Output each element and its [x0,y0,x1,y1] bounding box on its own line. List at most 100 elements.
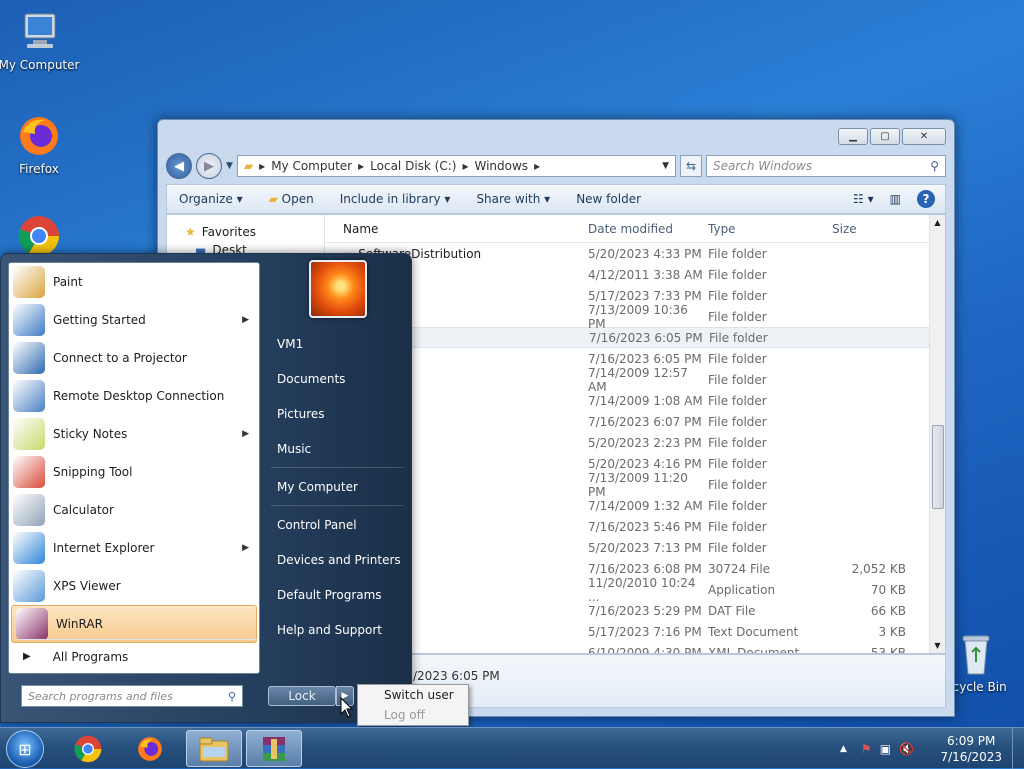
submenu-arrow-icon[interactable]: ▶ [242,315,249,325]
table-row[interactable]: 7/13/2009 10:36 PM File folder [325,303,945,331]
program-item[interactable]: Connect to a Projector [9,339,259,377]
details-date: /2023 6:05 PM [413,669,500,683]
cell-date: 7/16/2023 6:08 PM [588,561,702,576]
breadcrumb-item[interactable]: Local Disk (C:) [370,159,456,173]
view-options-icon[interactable]: ☷ ▾ [853,192,874,206]
table-row[interactable]: 4/12/2011 3:38 AM File folder [325,264,945,285]
cell-type: File folder [708,456,767,471]
switch-user-item[interactable]: Switch user [384,688,468,702]
submenu-arrow-icon[interactable]: ▶ [242,543,249,553]
all-programs-button[interactable]: ▶ All Programs [17,639,257,673]
program-item[interactable]: Snipping Tool [9,453,259,491]
cell-type: 30724 File [708,561,771,576]
program-icon [13,494,45,526]
submenu-arrow-icon[interactable]: ▶ [242,429,249,439]
forward-button[interactable]: ▶ [196,153,222,179]
start-link[interactable]: Control Panel [277,518,357,532]
taskbar-explorer[interactable] [186,730,242,767]
cell-date: 7/16/2023 5:29 PM [588,603,702,618]
program-item[interactable]: Remote Desktop Connection [9,377,259,415]
vertical-scrollbar[interactable]: ▲ ▼ [929,215,945,653]
show-desktop-button[interactable] [1012,728,1024,769]
program-item[interactable]: Getting Started ▶ [9,301,259,339]
cell-date: 7/16/2023 6:05 PM [588,351,702,366]
table-row[interactable]: 7/16/2023 6:05 PM File folder [325,327,945,348]
new-folder-button[interactable]: New folder [576,192,641,206]
start-link[interactable]: Music [277,442,311,456]
taskbar-firefox[interactable] [124,730,176,767]
program-item[interactable]: XPS Viewer [9,567,259,605]
table-row[interactable]: 7/14/2009 1:32 AM File folder [325,495,945,516]
programs-pane: Paint Getting Started ▶ Connect to a Projec… [8,262,260,674]
open-button[interactable]: ▰ Open [269,192,314,206]
action-center-flag-icon[interactable]: ⚑ [861,742,872,756]
start-link[interactable]: Default Programs [277,588,382,602]
table-row[interactable]: 7/16/2023 5:46 PM File folder [325,516,945,537]
window-controls: ▁ ▢ ✕ [838,128,946,145]
table-row[interactable]: 5/20/2023 2:23 PM File folder [325,432,945,453]
start-link[interactable]: VM1 [277,337,303,351]
start-link[interactable]: Help and Support [277,623,382,637]
address-dropdown-icon[interactable]: ▼ [662,161,669,171]
program-item[interactable]: Paint [9,263,259,301]
table-row[interactable]: 7/13/2009 11:20 PM File folder [325,471,945,499]
taskbar-winrar[interactable] [246,730,302,767]
maximize-button[interactable]: ▢ [870,128,900,145]
back-button[interactable]: ◀ [166,153,192,179]
program-item[interactable]: Internet Explorer ▶ [9,529,259,567]
preview-pane-icon[interactable]: ▥ [890,192,901,206]
program-icon [13,380,45,412]
program-icon [13,342,45,374]
scroll-up-icon[interactable]: ▲ [930,218,945,227]
table-row[interactable]: 11/20/2010 10:24 ... Application 70 KB [325,576,945,604]
table-row[interactable]: 5/20/2023 7:13 PM File folder [325,537,945,558]
taskbar-chrome[interactable] [62,730,114,767]
start-link[interactable]: My Computer [277,480,358,494]
table-row[interactable]: dat7/16/2023 5:29 PMDAT File66 KB [325,600,945,621]
table-row[interactable]: ▰SoftwareDistribution5/20/2023 4:33 PMFi… [325,243,945,264]
desktop-icon-firefox[interactable]: Firefox [0,112,81,176]
volume-muted-icon[interactable]: 🔇 [899,742,914,756]
table-row[interactable]: e.xml6/10/2009 4:30 PMXML Document53 KB [325,642,945,654]
breadcrumb-item[interactable]: Windows [474,159,528,173]
program-item[interactable]: WinRAR [11,605,257,643]
table-row[interactable]: 7/14/2009 12:57 AM File folder [325,366,945,394]
windows-logo-icon: ⊞ [18,739,32,759]
lock-button[interactable]: Lock [268,686,336,706]
organize-button[interactable]: Organize ▾ [179,192,243,206]
column-date[interactable]: Date modified [588,222,708,236]
table-row[interactable]: 7/16/2023 6:07 PM File folder [325,411,945,432]
recent-pages-dropdown-icon[interactable]: ▼ [226,161,233,171]
help-icon[interactable]: ? [917,190,935,208]
nav-item-favorites[interactable]: ★ Favorites [185,225,306,239]
desktop-icon-my-computer[interactable]: My Computer [0,8,81,72]
table-row[interactable]: .log5/17/2023 7:16 PMText Document3 KB [325,621,945,642]
minimize-button[interactable]: ▁ [838,128,868,145]
program-item[interactable]: Sticky Notes ▶ [9,415,259,453]
share-with-button[interactable]: Share with ▾ [476,192,550,206]
cell-type: File folder [708,477,767,492]
start-link[interactable]: Pictures [277,407,325,421]
winrar-icon [263,736,285,761]
column-name[interactable]: Name [325,222,588,236]
show-hidden-icons-icon[interactable]: ▲ [840,744,847,754]
search-input[interactable]: Search Windows ⚲ [706,155,946,177]
start-button[interactable]: ⊞ [6,730,44,768]
close-button[interactable]: ✕ [902,128,946,145]
address-bar[interactable]: ▰ ▸ My Computer ▸ Local Disk (C:) ▸ Wind… [236,155,676,177]
start-link[interactable]: Documents [277,372,345,386]
column-size[interactable]: Size [826,222,906,236]
include-in-library-button[interactable]: Include in library ▾ [340,192,451,206]
start-search-input[interactable]: Search programs and files ⚲ [21,685,243,707]
table-row[interactable]: 7/14/2009 1:08 AM File folder [325,390,945,411]
clock[interactable]: 6:09 PM 7/16/2023 [940,733,1002,765]
refresh-button[interactable]: ⇆ [680,155,702,177]
breadcrumb-item[interactable]: My Computer [271,159,352,173]
start-link[interactable]: Devices and Printers [277,553,401,567]
user-picture[interactable] [309,260,367,318]
scroll-down-icon[interactable]: ▼ [930,641,945,650]
network-icon[interactable]: ▣ [880,742,891,756]
scroll-thumb[interactable] [932,425,944,509]
program-item[interactable]: Calculator [9,491,259,529]
column-type[interactable]: Type [708,222,826,236]
